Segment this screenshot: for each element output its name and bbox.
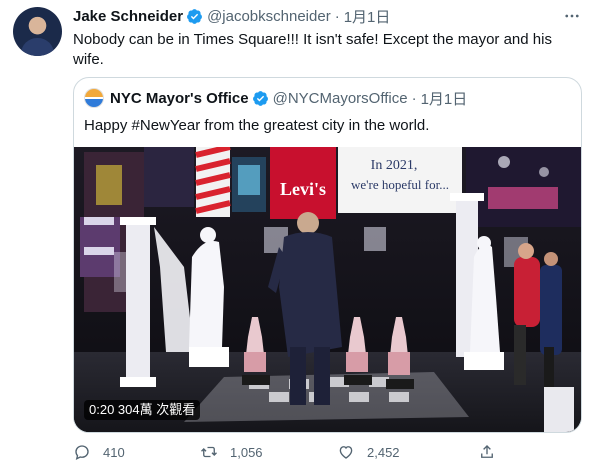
quoted-header: NYC Mayor's Office @NYCMayorsOffice · 1月…: [84, 88, 467, 108]
quoted-text: Happy #NewYear from the greatest city in…: [84, 117, 430, 134]
tweet-header: Jake Schneider @jacobkschneider · 1月1日: [73, 6, 390, 26]
billboard-line-1: In 2021,: [371, 158, 418, 173]
video-frame: Levi's In 2021, we're hopeful for...: [74, 147, 581, 432]
retweet-button[interactable]: 1,056: [200, 441, 263, 463]
separator-dot: ·: [334, 7, 340, 25]
reply-icon: [75, 445, 89, 460]
verified-badge-icon: [252, 90, 268, 106]
like-button[interactable]: 2,452: [337, 441, 400, 463]
tweet-actions: 410 1,056 2,452: [73, 441, 503, 463]
levis-billboard-text: Levi's: [280, 179, 326, 199]
tweet[interactable]: Jake Schneider @jacobkschneider · 1月1日 N…: [0, 0, 598, 467]
tweet-date[interactable]: 1月1日: [344, 6, 391, 27]
separator-dot: ·: [411, 89, 417, 107]
author-avatar[interactable]: [13, 7, 62, 56]
reply-button[interactable]: 410: [73, 441, 125, 463]
author-handle[interactable]: @jacobkschneider: [207, 8, 331, 25]
tweet-text: Nobody can be in Times Square!!! It isn'…: [73, 31, 552, 68]
verified-badge-icon: [187, 8, 202, 24]
share-button[interactable]: [478, 441, 508, 463]
author-name[interactable]: Jake Schneider: [73, 8, 183, 25]
billboard-line-2: we're hopeful for...: [351, 177, 449, 192]
more-options-icon[interactable]: [561, 6, 583, 26]
retweet-count: 1,056: [230, 444, 263, 460]
video-player[interactable]: Levi's In 2021, we're hopeful for... 0:2…: [74, 147, 581, 432]
quoted-author-name: NYC Mayor's Office: [110, 89, 249, 107]
quoted-handle: @NYCMayorsOffice: [272, 89, 408, 107]
reply-count: 410: [103, 444, 125, 460]
like-count: 2,452: [367, 444, 400, 460]
video-view-badge: 0:20 304萬 次觀看: [84, 400, 201, 420]
quoted-avatar: [84, 88, 104, 108]
like-icon: [339, 446, 353, 459]
retweet-icon: [201, 446, 217, 458]
quoted-tweet[interactable]: NYC Mayor's Office @NYCMayorsOffice · 1月…: [73, 77, 582, 433]
share-icon: [481, 445, 493, 458]
striped-banner: [195, 147, 231, 217]
quoted-date: 1月1日: [420, 90, 468, 108]
